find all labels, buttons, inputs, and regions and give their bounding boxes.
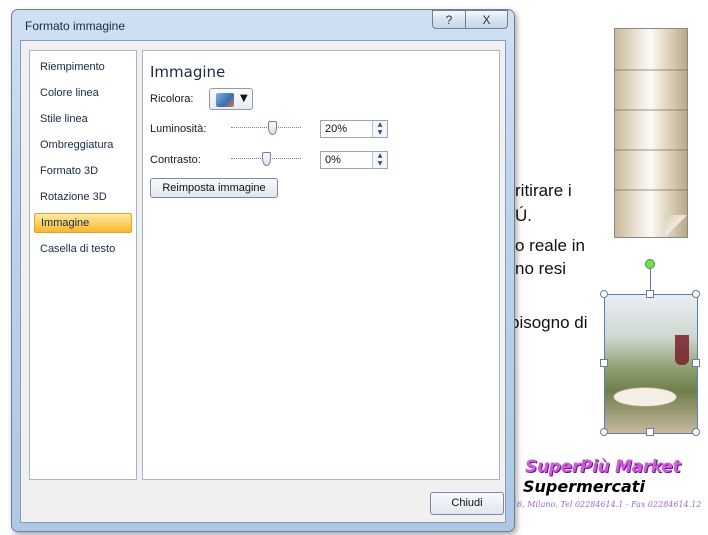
nav-item-formato-3d[interactable]: Formato 3D bbox=[34, 161, 132, 181]
spin-down-icon[interactable]: ▼ bbox=[373, 160, 387, 168]
slide-text-line-3: o reale in bbox=[515, 236, 585, 255]
recolor-icon bbox=[216, 93, 234, 107]
spin-up-icon[interactable]: ▲ bbox=[373, 121, 387, 129]
recolor-dropdown[interactable]: ▼ bbox=[209, 88, 253, 110]
contrast-value[interactable]: 0% bbox=[325, 154, 341, 166]
recolor-label: Ricolora: bbox=[150, 93, 194, 105]
nav-item-ombreggiatura[interactable]: Ombreggiatura bbox=[34, 135, 132, 155]
resize-handle-right[interactable] bbox=[692, 359, 700, 367]
slide-text-line-5: bisogno di bbox=[510, 313, 588, 332]
brightness-slider[interactable] bbox=[231, 121, 301, 135]
close-window-button[interactable]: X bbox=[466, 10, 508, 29]
slide-text-line-1: ritirare i bbox=[515, 181, 572, 200]
contrast-thumb[interactable] bbox=[261, 152, 271, 166]
brightness-value[interactable]: 20% bbox=[325, 123, 347, 135]
contrast-spin-arrows[interactable]: ▲ ▼ bbox=[372, 152, 387, 168]
picture-settings-panel: Immagine Ricolora: ▼ Luminosità: 20% ▲ ▼ … bbox=[142, 50, 500, 480]
reset-picture-button[interactable]: Reimposta immagine bbox=[150, 178, 278, 198]
wine-glass-icon bbox=[675, 335, 689, 365]
dialog-title: Formato immagine bbox=[25, 19, 126, 33]
nav-item-riempimento[interactable]: Riempimento bbox=[34, 57, 132, 77]
rotation-handle[interactable] bbox=[645, 259, 655, 269]
supermarket-aisle-image[interactable] bbox=[614, 28, 688, 238]
brand-logo-subtitle: Supermercati bbox=[523, 477, 645, 496]
resize-handle-top-left[interactable] bbox=[600, 290, 608, 298]
nav-item-colore-linea[interactable]: Colore linea bbox=[34, 83, 132, 103]
resize-handle-bottom-right[interactable] bbox=[692, 428, 700, 436]
brightness-spinner[interactable]: 20% ▲ ▼ bbox=[320, 120, 388, 138]
contrast-label: Contrasto: bbox=[150, 154, 201, 166]
brightness-thumb[interactable] bbox=[267, 121, 277, 135]
resize-handle-top[interactable] bbox=[646, 290, 654, 298]
close-icon: X bbox=[482, 12, 491, 27]
nav-item-casella-di-testo[interactable]: Casella di testo bbox=[34, 239, 132, 259]
section-title: Immagine bbox=[150, 63, 226, 81]
spin-down-icon[interactable]: ▼ bbox=[373, 129, 387, 137]
resize-handle-left[interactable] bbox=[600, 359, 608, 367]
spin-up-icon[interactable]: ▲ bbox=[373, 152, 387, 160]
contrast-spinner[interactable]: 0% ▲ ▼ bbox=[320, 151, 388, 169]
help-button[interactable]: ? bbox=[432, 10, 466, 29]
nav-item-stile-linea[interactable]: Stile linea bbox=[34, 109, 132, 129]
titlebar-buttons: ? X bbox=[432, 10, 508, 30]
selected-food-image[interactable] bbox=[604, 294, 698, 434]
nav-item-rotazione-3d[interactable]: Rotazione 3D bbox=[34, 187, 132, 207]
brand-logo-title: SuperPiù Market bbox=[525, 457, 681, 477]
brightness-track bbox=[231, 127, 301, 130]
brightness-spin-arrows[interactable]: ▲ ▼ bbox=[372, 121, 387, 137]
page-curl-icon bbox=[665, 215, 687, 237]
contrast-slider[interactable] bbox=[231, 152, 301, 166]
resize-handle-bottom-left[interactable] bbox=[600, 428, 608, 436]
dialog-client-area: Riempimento Colore linea Stile linea Omb… bbox=[20, 40, 506, 523]
close-button[interactable]: Chiudi bbox=[430, 492, 504, 515]
category-list: Riempimento Colore linea Stile linea Omb… bbox=[29, 50, 137, 480]
resize-handle-bottom[interactable] bbox=[646, 428, 654, 436]
format-picture-dialog: Formato immagine ? X Riempimento Colore … bbox=[11, 9, 515, 532]
dialog-titlebar[interactable]: Formato immagine ? X bbox=[12, 10, 514, 40]
chevron-down-icon: ▼ bbox=[240, 93, 248, 104]
slide-text-line-2: Ú. bbox=[515, 206, 532, 225]
slide-text-line-4: no resi bbox=[515, 259, 567, 278]
help-icon: ? bbox=[445, 12, 453, 27]
brightness-label: Luminosità: bbox=[150, 123, 207, 135]
plate-icon bbox=[613, 387, 677, 407]
resize-handle-top-right[interactable] bbox=[692, 290, 700, 298]
brand-address: 16, Milano, Tel 02284614.1 - Fax 0228461… bbox=[512, 500, 702, 509]
nav-item-immagine[interactable]: Immagine bbox=[34, 213, 132, 233]
